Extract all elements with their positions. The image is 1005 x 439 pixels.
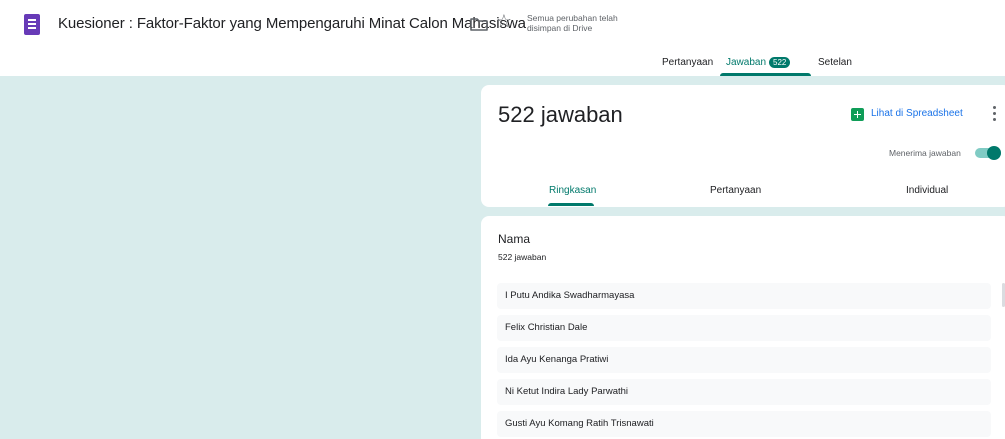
form-title[interactable]: Kuesioner : Faktor-Faktor yang Mempengar…: [58, 15, 526, 32]
accepting-responses-toggle[interactable]: [975, 146, 1001, 160]
subtab-summary[interactable]: Ringkasan: [549, 185, 596, 196]
tab-responses-label: Jawaban: [726, 57, 767, 68]
toggle-knob: [987, 146, 1001, 160]
response-count-title: 522 jawaban: [498, 102, 623, 127]
save-status: Semua perubahan telah disimpan di Drive: [527, 13, 618, 33]
active-subtab-indicator: [548, 203, 594, 206]
question-summary-card: Nama 522 jawaban I Putu Andika Swadharma…: [481, 216, 1005, 439]
question-response-count: 522 jawaban: [498, 252, 547, 262]
view-in-sheets-link[interactable]: Lihat di Spreadsheet: [871, 108, 963, 119]
more-options-icon[interactable]: [991, 104, 997, 122]
answer-item: I Putu Andika Swadharmayasa: [497, 283, 991, 309]
subtab-question[interactable]: Pertanyaan: [710, 185, 761, 196]
responses-count-badge: 522: [769, 57, 791, 68]
answer-item: Felix Christian Dale: [497, 315, 991, 341]
subtab-individual[interactable]: Individual: [906, 185, 948, 196]
answer-item: Ni Ketut Indira Lady Parwathi: [497, 379, 991, 405]
google-forms-icon[interactable]: [24, 14, 40, 35]
answer-list[interactable]: I Putu Andika Swadharmayasa Felix Christ…: [497, 283, 991, 439]
tab-responses[interactable]: Jawaban 522: [726, 57, 791, 68]
answer-item: Ida Ayu Kenanga Pratiwi: [497, 347, 991, 373]
accepting-responses-label: Menerima jawaban: [889, 148, 961, 158]
folder-icon[interactable]: [468, 14, 490, 34]
top-bar: Kuesioner : Faktor-Faktor yang Mempengar…: [0, 0, 1005, 48]
star-icon[interactable]: ☆: [494, 11, 514, 31]
responses-summary-card: 522 jawaban Lihat di Spreadsheet Menerim…: [481, 85, 1005, 207]
question-title: Nama: [498, 232, 531, 246]
main-tabs: Pertanyaan Jawaban 522 Setelan: [0, 52, 1005, 76]
tab-settings[interactable]: Setelan: [818, 57, 852, 68]
sheets-icon[interactable]: [851, 108, 864, 121]
answer-item: Gusti Ayu Komang Ratih Trisnawati: [497, 411, 991, 437]
tab-questions[interactable]: Pertanyaan: [662, 57, 713, 68]
